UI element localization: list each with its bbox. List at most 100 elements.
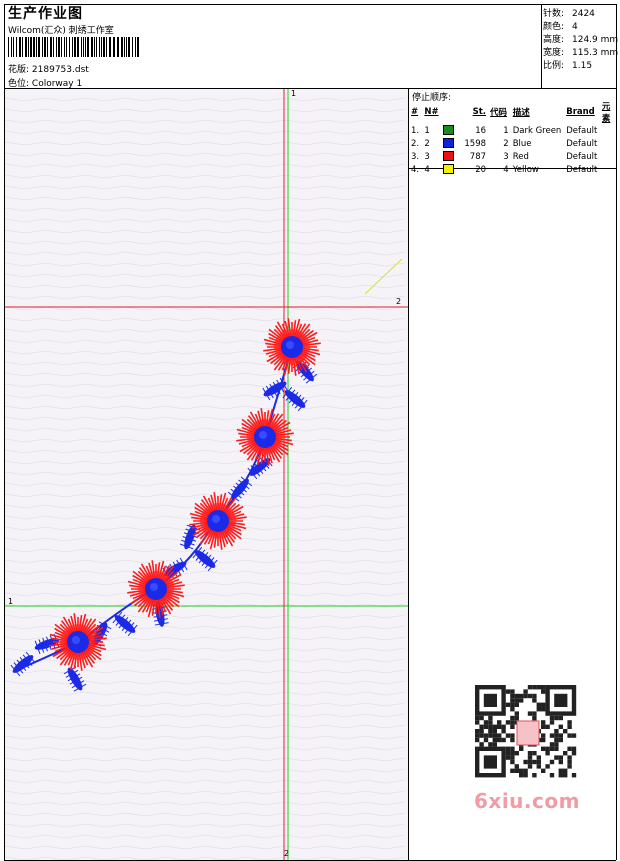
qr-module [497, 720, 502, 725]
qr-module [497, 724, 502, 729]
qr-module [563, 773, 568, 778]
qr-module [558, 755, 563, 760]
qr-module [505, 751, 511, 756]
barcode-bar [94, 37, 95, 57]
qr-module [483, 720, 489, 725]
qr-module [527, 755, 533, 760]
qr-module [532, 751, 537, 756]
watermark-logo: 6xiu.com [474, 789, 580, 813]
qr-module [479, 729, 484, 734]
barcode-bar [8, 37, 9, 57]
table-row: 4. 4 20 4 Yellow Default [409, 163, 620, 176]
cell-stitches: 16 [475, 125, 487, 136]
barcode-bar [33, 37, 35, 57]
stat-height: 高度: 124.9 mm [543, 35, 619, 45]
qr-module [541, 768, 546, 773]
qr-module [510, 720, 515, 725]
stat-width: 宽度: 115.3 mm [543, 48, 619, 58]
qr-module [541, 689, 546, 694]
cell-brand: Default [566, 138, 598, 149]
qr-module [523, 759, 528, 765]
qr-module [483, 737, 489, 743]
qr-module [492, 729, 497, 734]
qr-module [532, 711, 537, 716]
col-code: 代码 [490, 108, 508, 118]
cell-swatch [441, 137, 456, 150]
qr-module [510, 715, 515, 721]
qr-module [510, 707, 515, 712]
qr-module [510, 746, 515, 751]
col-desc: 描述 [512, 108, 530, 118]
qr-module [554, 729, 559, 734]
barcode-bar [96, 37, 97, 57]
cell-no: 3 [424, 151, 430, 162]
qr-module [549, 742, 555, 747]
cell-idx: 4. [411, 164, 420, 175]
qr-module [479, 742, 484, 747]
stats-divider [541, 4, 542, 88]
qr-module [488, 733, 493, 738]
qr-module [514, 702, 519, 707]
qr-module [545, 751, 550, 756]
col-no: N# [424, 107, 439, 117]
table-row: 1. 1 16 1 Dark Green Default [409, 124, 620, 137]
qr-module [488, 724, 493, 729]
qr-module [567, 733, 572, 738]
barcode-bar [25, 37, 27, 57]
stat-colors: 颜色: 4 [543, 22, 578, 32]
qr-module [532, 693, 537, 699]
cell-idx: 1. [411, 125, 420, 136]
barcode-bar [128, 37, 130, 57]
cell-element [600, 163, 620, 176]
barcode-bar [44, 37, 46, 57]
qr-module [536, 755, 541, 760]
qr-module [488, 715, 493, 721]
cell-brand: Default [566, 164, 598, 175]
qr-module [510, 759, 515, 765]
barcode-bar [11, 37, 12, 57]
barcode-bar [132, 37, 133, 57]
cell-stitches: 1598 [464, 138, 487, 149]
page-title: 生产作业图 [8, 6, 83, 22]
qr-module [497, 737, 502, 743]
qr-module [519, 746, 524, 751]
qr-module [475, 733, 480, 738]
qr-module [549, 715, 555, 721]
qr-module [558, 715, 563, 721]
qr-module [519, 698, 524, 703]
qr-module [532, 715, 537, 721]
qr-module [501, 724, 506, 729]
qr-module [501, 737, 506, 743]
pattern-label: 花版: [8, 65, 30, 75]
barcode-bar [109, 37, 111, 57]
barcode-bar [124, 37, 125, 57]
qr-module [510, 693, 515, 699]
marker-bottom-red: 2 [284, 849, 290, 858]
cell-code: 2 [503, 138, 509, 149]
col-brand: Brand [566, 107, 595, 117]
barcode-bar [121, 37, 123, 57]
cell-desc: Yellow [512, 164, 539, 175]
cell-brand: Default [566, 125, 598, 136]
cell-desc: Red [512, 151, 529, 162]
qr-module [475, 720, 480, 725]
qr-module [514, 764, 519, 769]
color-swatch [442, 125, 454, 136]
qr-module [558, 724, 563, 729]
qr-module [475, 737, 480, 743]
qr-module [545, 724, 550, 729]
qr-module [514, 715, 519, 721]
cell-code: 1 [503, 125, 509, 136]
barcode-bar [91, 37, 93, 57]
flower-center-highlight [259, 431, 267, 439]
cell-no: 1 [424, 125, 430, 136]
flower-center-highlight [72, 636, 80, 644]
color-swatch [442, 164, 454, 175]
barcode-bar [137, 37, 139, 57]
qr-module [567, 720, 572, 725]
qr-module [554, 746, 559, 751]
barcode-bar [87, 37, 89, 57]
col-color [441, 100, 456, 124]
qr-module [571, 746, 577, 751]
col-idx: # [411, 107, 419, 117]
